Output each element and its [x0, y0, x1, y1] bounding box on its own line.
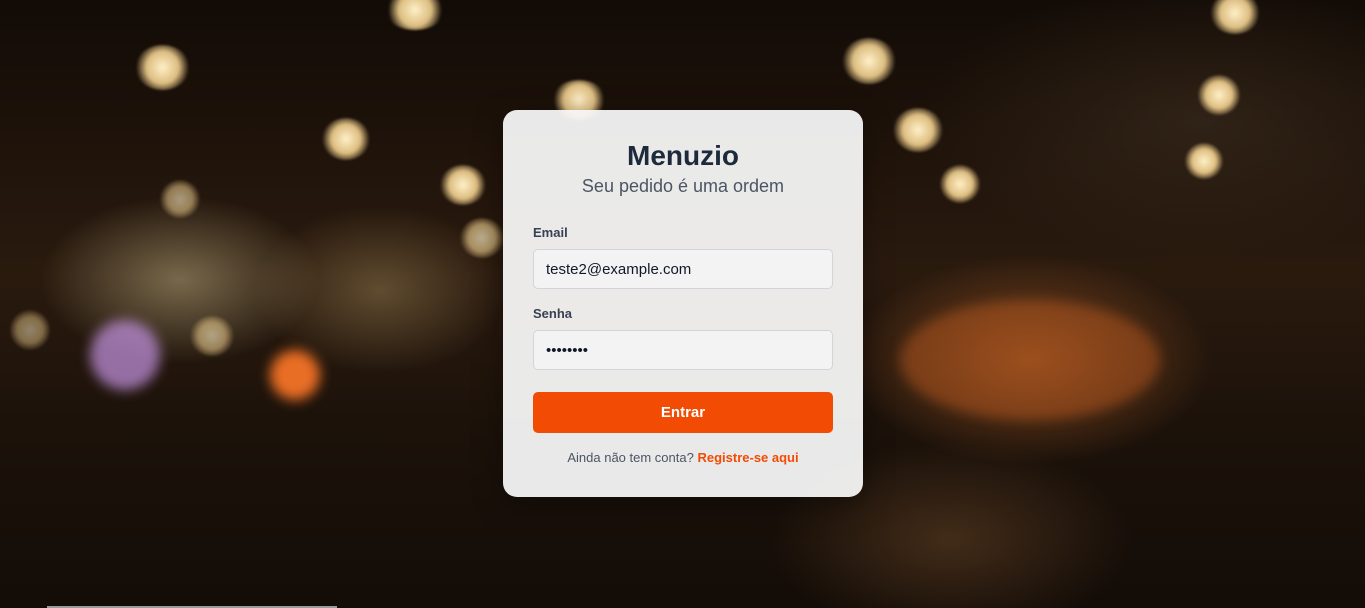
app-tagline: Seu pedido é uma ordem — [581, 176, 785, 196]
background-light — [322, 118, 370, 160]
password-label: Senha — [533, 306, 573, 321]
login-button[interactable]: Entrar — [533, 392, 833, 433]
app-title: Menuzio — [627, 140, 739, 171]
background-light — [460, 218, 504, 258]
register-prompt: Ainda não tem conta? Registre-se aqui — [503, 450, 863, 465]
login-card: Menuzio Seu pedido é uma ordem Email Sen… — [503, 110, 863, 497]
register-prompt-text: Ainda não tem conta? — [567, 450, 694, 465]
background-light — [1185, 143, 1223, 179]
background-light — [940, 165, 980, 203]
background-light — [1198, 75, 1240, 115]
background-light — [842, 38, 896, 84]
background-light — [190, 316, 234, 356]
email-label: Email — [533, 225, 568, 240]
background-light-glow — [270, 350, 320, 400]
background-light — [385, 0, 445, 30]
register-link[interactable]: Registre-se aqui — [697, 450, 798, 465]
background-light-glow — [90, 320, 160, 390]
background-light — [135, 45, 190, 90]
password-field[interactable] — [533, 330, 833, 370]
background-light — [160, 180, 200, 218]
background-light — [1210, 0, 1260, 34]
background-light-glow — [900, 300, 1160, 420]
background-light — [893, 108, 943, 152]
email-field[interactable] — [533, 249, 833, 289]
background-light — [440, 165, 486, 205]
background-light — [10, 310, 50, 350]
